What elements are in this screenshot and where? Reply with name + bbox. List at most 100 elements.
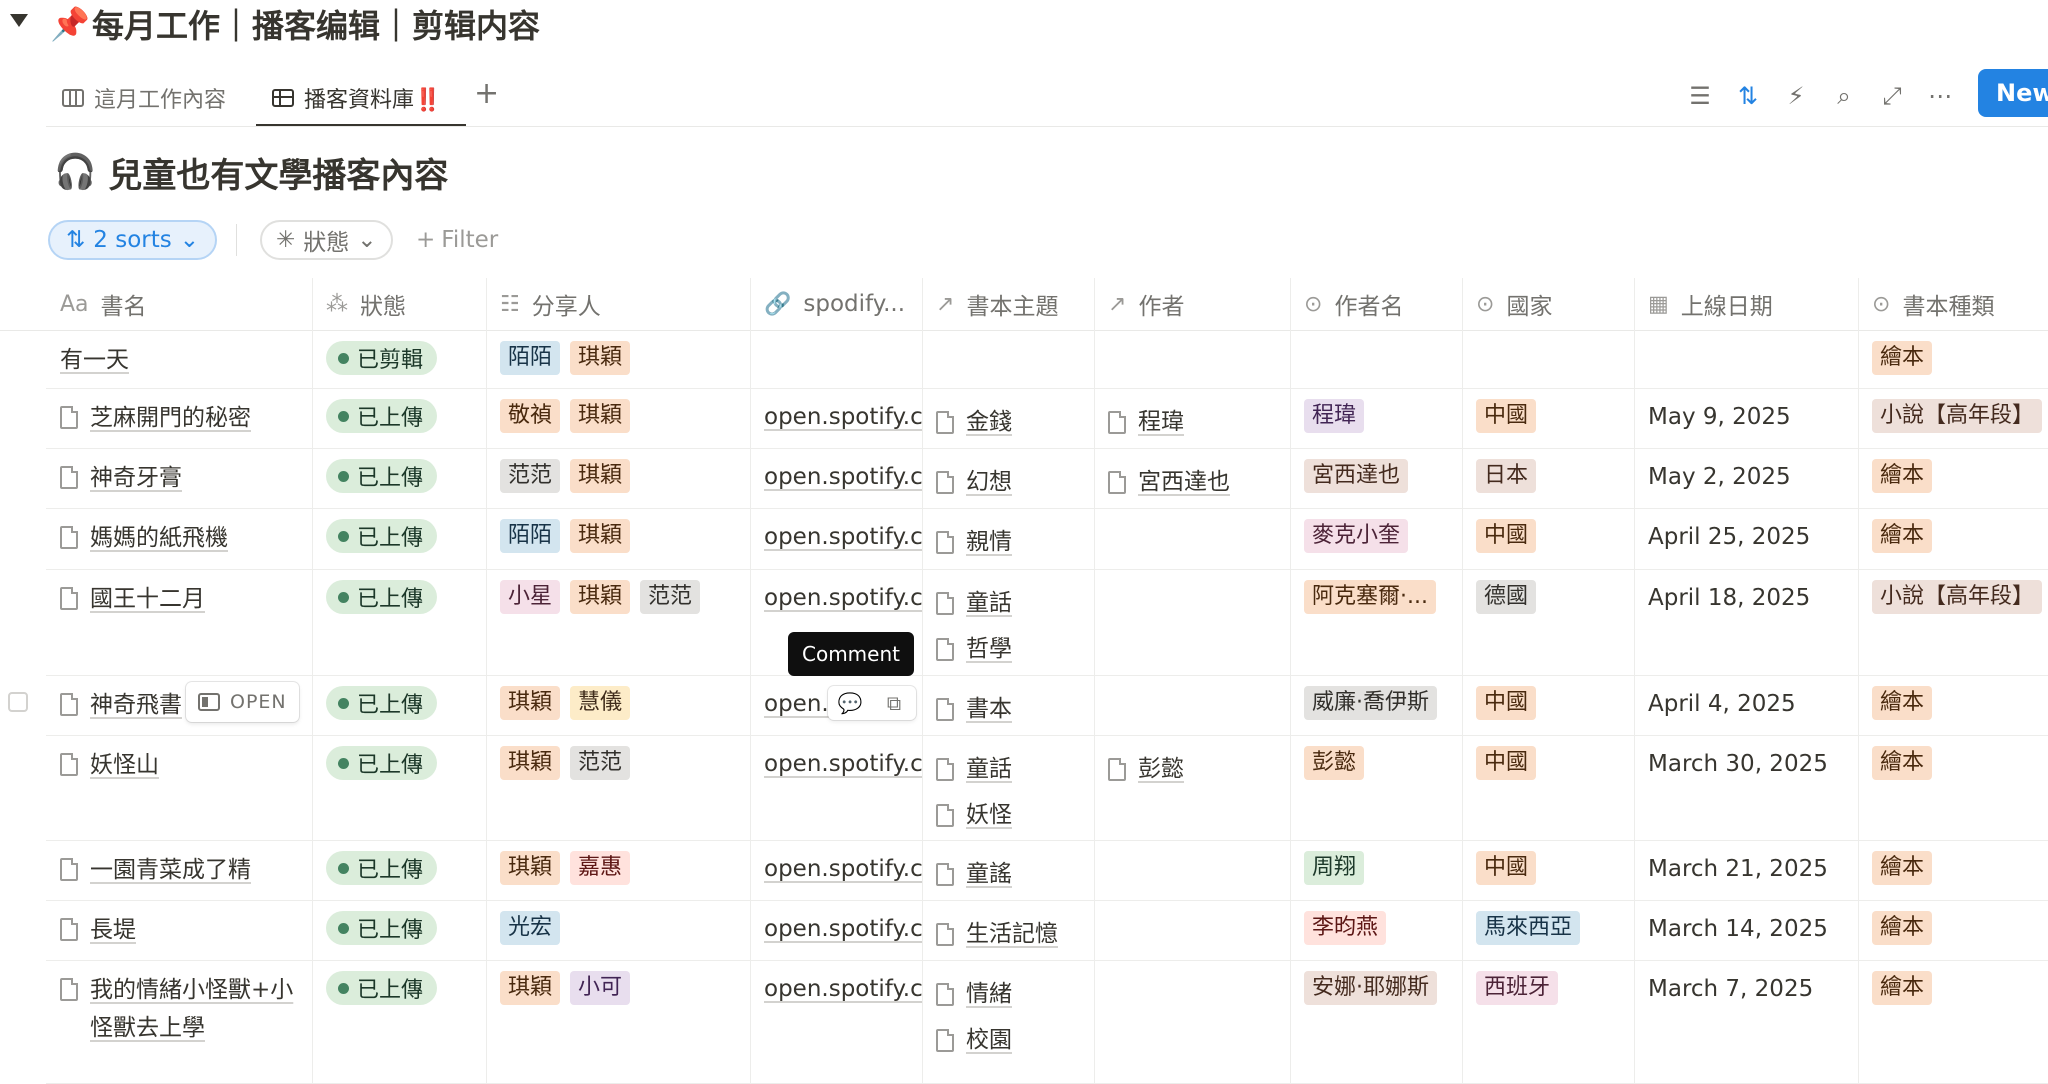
spotify-link-cell[interactable] [750,331,922,388]
title-cell[interactable]: 我的情緒小怪獸+小怪獸去上學 [46,961,312,1083]
column-header[interactable]: ↗ 書本主題 [922,278,1094,330]
topic-relation[interactable]: 生活記憶 [936,911,1080,957]
author-name-cell[interactable]: 周翔 [1290,841,1462,900]
date-cell[interactable] [1634,331,1858,388]
author-relation[interactable]: 程瑋 [1108,399,1276,445]
country-cell[interactable]: 中國 [1462,841,1634,900]
author-cell[interactable]: 程瑋 [1094,389,1290,448]
sort-icon[interactable]: ⇅ [1728,76,1768,116]
row-title[interactable]: 神奇牙膏 [60,459,298,497]
topic-cell[interactable]: 幻想 [922,449,1094,508]
column-header[interactable]: ⊙ 國家 [1462,278,1634,330]
table-row[interactable]: 媽媽的紙飛機 已上傳 陌陌琪穎 open.spotify.com 親情 麥克小奎 中國 Apr… [46,509,2048,570]
page-title[interactable]: 每月工作｜播客编辑｜剪辑内容 [92,4,540,48]
more-icon[interactable]: ⋯ [1920,76,1960,116]
status-cell[interactable]: 已上傳 [312,570,486,675]
status-cell[interactable]: 已上傳 [312,961,486,1083]
status-cell[interactable]: 已上傳 [312,449,486,508]
book-type-cell[interactable]: 繪本 [1858,676,2048,735]
topic-relation[interactable]: 童謠 [936,851,1080,897]
topic-relation[interactable]: 情緒 [936,971,1080,1017]
topic-cell[interactable]: 書本 [922,676,1094,735]
author-cell[interactable] [1094,570,1290,675]
topic-cell[interactable]: 童謠 [922,841,1094,900]
status-cell[interactable]: 已上傳 [312,676,486,735]
sharer-cell[interactable]: 琪穎 小可 [486,961,750,1083]
author-name-cell[interactable]: 安娜·耶娜斯 [1290,961,1462,1083]
spotify-link[interactable]: open. [764,691,829,717]
spotify-link[interactable]: open.spotify.com [764,916,922,942]
topic-cell[interactable]: 童話 妖怪 [922,736,1094,840]
country-cell[interactable]: 日本 [1462,449,1634,508]
copy-icon[interactable]: ⧉ [878,687,910,719]
author-name-cell[interactable] [1290,331,1462,388]
table-row[interactable]: 妖怪山已上傳琪穎范范open.spotify.com童話妖怪彭懿彭懿中國Marc… [46,736,2048,841]
row-title[interactable]: 妖怪山 [60,746,298,784]
country-cell[interactable] [1462,331,1634,388]
sharer-cell[interactable]: 小星 琪穎 范范 [486,570,750,675]
comment-icon[interactable]: 💬 [834,687,866,719]
title-cell[interactable]: 妖怪山 [46,736,312,840]
topic-relation[interactable]: 妖怪 [936,792,1080,838]
column-header[interactable]: Aa 書名 [46,278,312,330]
author-name-cell[interactable]: 威廉·喬伊斯 [1290,676,1462,735]
table-row[interactable]: 芝麻開門的秘密 已上傳 敬禎琪穎 open.spotify.com 金錢 程瑋 程瑋 中國 Ma… [46,389,2048,449]
book-type-cell[interactable]: 繪本 [1858,509,2048,569]
author-cell[interactable] [1094,331,1290,388]
author-relation[interactable]: 宮西達也 [1108,459,1276,505]
topic-relation[interactable]: 童話 [936,746,1080,792]
add-view-button[interactable]: + [474,72,499,116]
spotify-link[interactable]: open.spotify.com [764,464,922,490]
date-cell[interactable]: March 30, 2025 [1634,736,1858,840]
status-cell[interactable]: 已上傳 [312,389,486,448]
spotify-link[interactable]: open.spotify.com [764,404,922,430]
date-cell[interactable]: May 2, 2025 [1634,449,1858,508]
spotify-link-cell[interactable]: open.spotify.com [750,389,922,448]
country-cell[interactable]: 中國 [1462,736,1634,840]
spotify-link[interactable]: open.spotify.com [764,856,922,882]
row-title[interactable]: 國王十二月 [60,580,298,618]
search-icon[interactable]: ⌕ [1824,76,1864,116]
status-cell[interactable]: 已剪輯 [312,331,486,388]
book-type-cell[interactable]: 繪本 [1858,736,2048,840]
spotify-link-cell[interactable]: open.spotify.com [750,901,922,960]
country-cell[interactable]: 西班牙 [1462,961,1634,1083]
collapse-toggle-icon[interactable] [10,14,28,27]
add-filter-button[interactable]: + Filter [416,220,498,260]
column-header[interactable]: 🔗 spodify... [750,278,922,330]
topic-relation[interactable]: 親情 [936,519,1080,565]
row-title[interactable]: 芝麻開門的秘密 [60,399,298,437]
book-type-cell[interactable]: 小說【高年段】 [1858,570,2048,675]
author-cell[interactable] [1094,509,1290,569]
table-row[interactable]: 我的情緒小怪獸+小怪獸去上學已上傳琪穎小可open.spotify.com情緒校… [46,961,2048,1084]
spotify-link-cell[interactable]: open.spotify.com [750,509,922,569]
table-row[interactable]: 長堤 已上傳 光宏 open.spotify.com 生活記憶 李昀燕 馬來西亞 March … [46,901,2048,961]
author-name-cell[interactable]: 宮西達也 [1290,449,1462,508]
status-cell[interactable]: 已上傳 [312,841,486,900]
book-type-cell[interactable]: 繪本 [1858,901,2048,960]
title-cell[interactable]: 神奇牙膏 [46,449,312,508]
author-name-cell[interactable]: 程瑋 [1290,389,1462,448]
sharer-cell[interactable]: 范范 琪穎 [486,449,750,508]
author-name-cell[interactable]: 李昀燕 [1290,901,1462,960]
author-cell[interactable] [1094,961,1290,1083]
tab-this-month[interactable]: 這月工作內容 [62,70,226,126]
book-type-cell[interactable]: 繪本 [1858,961,2048,1083]
author-cell[interactable]: 宮西達也 [1094,449,1290,508]
row-title[interactable]: 長堤 [60,911,298,949]
author-name-cell[interactable]: 麥克小奎 [1290,509,1462,569]
book-type-cell[interactable]: 繪本 [1858,841,2048,900]
author-cell[interactable] [1094,676,1290,735]
title-cell[interactable]: 一園青菜成了精 [46,841,312,900]
country-cell[interactable]: 中國 [1462,676,1634,735]
status-cell[interactable]: 已上傳 [312,509,486,569]
date-cell[interactable]: March 14, 2025 [1634,901,1858,960]
title-cell[interactable]: 有一天 [46,331,312,388]
country-cell[interactable]: 馬來西亞 [1462,901,1634,960]
column-header[interactable]: ☷ 分享人 [486,278,750,330]
author-relation[interactable]: 彭懿 [1108,746,1276,792]
column-header[interactable]: ⊙ 作者名 [1290,278,1462,330]
row-checkbox[interactable] [8,692,28,712]
topic-relation[interactable]: 童話 [936,580,1080,626]
column-header[interactable]: ▦ 上線日期 [1634,278,1858,330]
